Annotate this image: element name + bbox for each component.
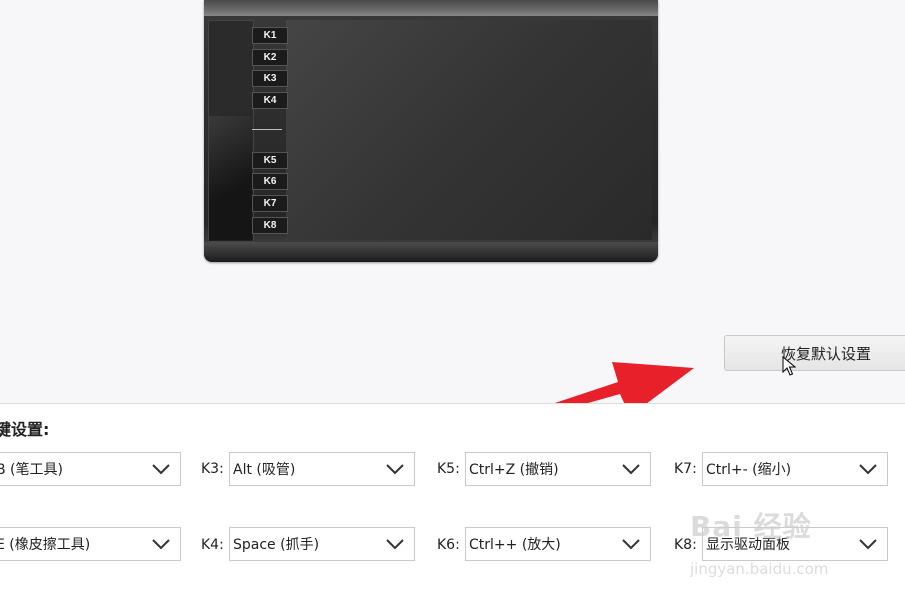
key-k4-value: Space (抓手) <box>233 537 320 553</box>
restore-defaults-button[interactable]: 恢复默认设置 <box>724 335 905 371</box>
key-k3-select[interactable]: Alt (吸管) <box>229 452 415 486</box>
key-k5-label: K5: <box>437 461 460 477</box>
key-k1-select[interactable]: B (笔工具) <box>0 452 181 486</box>
key-k6-label: K6: <box>437 537 460 553</box>
tablet-top-edge <box>204 0 658 16</box>
key-k7-select[interactable]: Ctrl+- (缩小) <box>702 452 888 486</box>
chevron-down-icon <box>386 464 404 475</box>
tablet-key-k5[interactable]: K5 <box>252 152 288 169</box>
chevron-down-icon <box>386 539 404 550</box>
key-k7-value: Ctrl+- (缩小) <box>706 462 792 478</box>
key-k4-select[interactable]: Space (抓手) <box>229 527 415 561</box>
tablet-side-panel <box>208 20 254 242</box>
tablet-key-divider <box>252 129 282 130</box>
key-k2-select[interactable]: E (橡皮擦工具) <box>0 527 181 561</box>
baidu-watermark-url: jingyan.baidu.com <box>690 560 829 578</box>
tablet-key-k3[interactable]: K3 <box>252 70 288 87</box>
tablet-key-k7[interactable]: K7 <box>252 195 288 212</box>
tablet-key-k8[interactable]: K8 <box>252 217 288 234</box>
key-k7-label: K7: <box>674 461 697 477</box>
tablet-key-k2[interactable]: K2 <box>252 49 288 66</box>
chevron-down-icon <box>622 539 640 550</box>
tablet-key-k6[interactable]: K6 <box>252 173 288 190</box>
key-k5-select[interactable]: Ctrl+Z (撤销) <box>465 452 651 486</box>
key-k6-value: Ctrl++ (放大) <box>469 537 561 553</box>
chevron-down-icon <box>859 539 877 550</box>
chevron-down-icon <box>152 539 170 550</box>
key-k2-value: E (橡皮擦工具) <box>0 537 91 553</box>
key-k5-value: Ctrl+Z (撤销) <box>469 462 559 478</box>
tablet-drawing-area <box>286 20 652 240</box>
mouse-cursor-icon <box>782 356 796 376</box>
key-k1-value: B (笔工具) <box>0 462 63 478</box>
baidu-watermark: Bai 经验 <box>690 510 812 543</box>
tablet-key-k1[interactable]: K1 <box>252 27 288 44</box>
chevron-down-icon <box>622 464 640 475</box>
key-k6-select[interactable]: Ctrl++ (放大) <box>465 527 651 561</box>
chevron-down-icon <box>859 464 877 475</box>
tablet-bottom-edge <box>204 242 658 262</box>
key-k4-label: K4: <box>201 537 224 553</box>
key-k3-value: Alt (吸管) <box>233 462 296 478</box>
key-settings-title: 键设置: <box>0 420 50 439</box>
tablet-key-k4[interactable]: K4 <box>252 92 288 109</box>
tablet-illustration: K1 K2 K3 K4 K5 K6 K7 K8 <box>204 0 658 262</box>
key-k3-label: K3: <box>201 461 224 477</box>
chevron-down-icon <box>152 464 170 475</box>
